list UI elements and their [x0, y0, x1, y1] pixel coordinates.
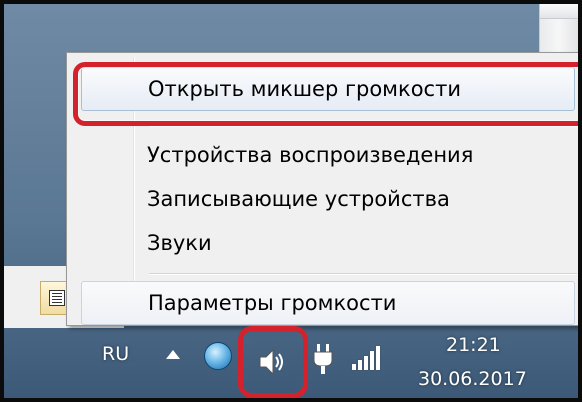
language-indicator[interactable]: RU	[102, 343, 129, 365]
clock-time[interactable]: 21:21	[446, 334, 501, 356]
menu-item-label: Параметры громкости	[148, 291, 397, 315]
menu-separator	[149, 273, 577, 275]
screenshot-frame: Открыть микшер громкости Устройства восп…	[4, 4, 578, 398]
menu-item-volume-settings[interactable]: Параметры громкости	[81, 281, 575, 325]
scroll-up-button[interactable]	[540, 4, 578, 19]
menu-item-sounds[interactable]: Звуки	[81, 221, 575, 265]
document-lines-icon	[49, 290, 65, 306]
clock-date[interactable]: 30.06.2017	[418, 368, 527, 390]
menu-item-recording-devices[interactable]: Записывающие устройства	[81, 177, 575, 221]
menu-item-playback-devices[interactable]: Устройства воспроизведения	[81, 133, 575, 177]
menu-item-label: Записывающие устройства	[147, 187, 450, 211]
power-plug-icon[interactable]	[310, 342, 340, 376]
network-globe-icon[interactable]	[204, 342, 232, 370]
signal-bars-icon[interactable]	[352, 346, 386, 370]
speaker-icon[interactable]	[258, 346, 286, 378]
show-hidden-icons-arrow-icon[interactable]	[166, 350, 180, 359]
menu-item-label: Устройства воспроизведения	[147, 143, 474, 167]
menu-item-label: Звуки	[147, 231, 212, 255]
highlight-frame-mixer	[73, 62, 578, 126]
